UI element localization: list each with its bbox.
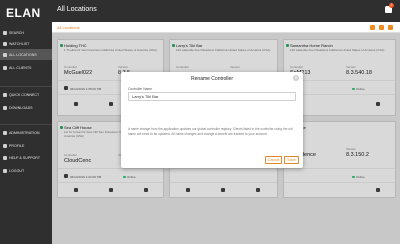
- logout-icon: [3, 168, 7, 173]
- settings-icon[interactable]: [388, 25, 393, 30]
- bolt-icon: [3, 92, 7, 97]
- person-icon: [3, 143, 7, 148]
- people-icon: [3, 65, 7, 70]
- star-icon: [3, 41, 7, 46]
- top-bar: All Locations 2: [52, 0, 400, 22]
- dialog-title: Rename Controller: [191, 76, 233, 82]
- sidebar-item-label: WATCHLIST: [9, 41, 30, 46]
- elan-logo: ELAN: [6, 6, 41, 20]
- location-pin-icon[interactable]: [379, 25, 384, 30]
- save-button[interactable]: Save: [284, 156, 299, 164]
- sidebar-divider: [0, 124, 52, 125]
- sidebar-item-search[interactable]: SEARCH: [0, 27, 52, 38]
- pin-icon: [3, 52, 7, 57]
- sidebar-item-logout[interactable]: LOGOUT: [0, 165, 52, 176]
- sidebar-item-quick-connect[interactable]: QUICK CONNECT: [0, 89, 52, 100]
- sidebar-item-help-support[interactable]: HELP & SUPPORT: [0, 152, 52, 163]
- sidebar-item-label: SEARCH: [9, 30, 24, 35]
- rename-controller-dialog: Rename Controller ✕ Controller Name A na…: [121, 72, 303, 168]
- sidebar: ELAN SEARCH WATCHLIST ALL LOCATIONS ALL …: [0, 0, 52, 244]
- sidebar-item-label: DOWNLOADS: [9, 105, 33, 110]
- sidebar-item-all-locations[interactable]: ALL LOCATIONS: [0, 49, 52, 60]
- close-icon[interactable]: ✕: [293, 75, 299, 81]
- sidebar-item-watchlist[interactable]: WATCHLIST: [0, 38, 52, 49]
- sidebar-divider: [0, 86, 52, 87]
- controller-name-label: Controller Name: [128, 87, 153, 91]
- sidebar-item-administration[interactable]: ADMINISTRATION: [0, 127, 52, 138]
- dialog-help-text: A name change from the application updat…: [128, 127, 293, 136]
- notification-badge: 2: [389, 3, 394, 8]
- sidebar-item-profile[interactable]: PROFILE: [0, 140, 52, 151]
- page-title: All Locations: [57, 6, 97, 13]
- controller-name-input[interactable]: [128, 92, 296, 101]
- sidebar-item-downloads[interactable]: DOWNLOADS: [0, 102, 52, 113]
- briefcase-icon: [3, 130, 7, 135]
- filter-icon[interactable]: [370, 25, 375, 30]
- filter-bar: All Locations: [52, 22, 400, 33]
- sidebar-item-label: QUICK CONNECT: [9, 92, 40, 97]
- sidebar-item-all-clients[interactable]: ALL CLIENTS: [0, 62, 52, 73]
- sidebar-item-label: PROFILE: [9, 143, 25, 148]
- sidebar-item-label: ALL CLIENTS: [9, 65, 32, 70]
- search-icon: [3, 30, 7, 35]
- sidebar-item-label: ADMINISTRATION: [9, 130, 40, 135]
- sidebar-item-label: ALL LOCATIONS: [9, 52, 37, 57]
- help-icon: [3, 155, 7, 160]
- cancel-button[interactable]: Cancel: [265, 156, 282, 164]
- sidebar-item-label: HELP & SUPPORT: [9, 155, 41, 160]
- location-filter[interactable]: All Locations: [57, 25, 80, 30]
- download-icon: [3, 105, 7, 110]
- sidebar-item-label: LOGOUT: [9, 168, 25, 173]
